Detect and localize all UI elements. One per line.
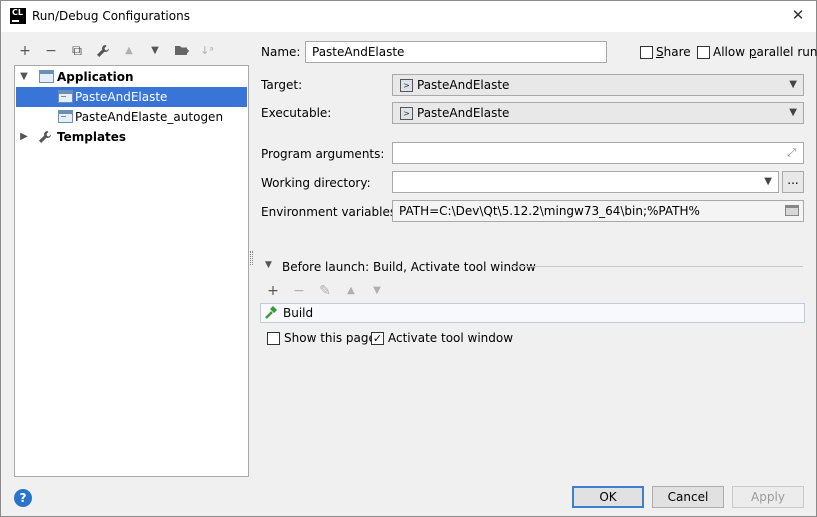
build-task-label: Build [283,306,314,320]
tree-node-application[interactable]: ▼ Application [16,67,247,87]
tree-node-templates[interactable]: ▶ Templates [16,127,247,147]
chevron-right-icon[interactable]: ▶ [18,127,30,147]
window-title: Run/Debug Configurations [32,9,190,23]
remove-icon[interactable]: − [289,281,309,301]
environment-variables-input[interactable]: PATH=C:\Dev\Qt\5.12.2\mingw73_64\bin;%PA… [392,200,804,222]
tree-label-config: PasteAndElaste_autogen [75,110,224,124]
run-debug-dialog: CL Run/Debug Configurations ✕ + − ⧉ ▲ ▼ … [0,0,817,517]
wrench-icon[interactable] [93,41,113,61]
allow-parallel-label: Allow parallel run [713,45,817,59]
target-label: Target: [261,78,303,92]
executable-label: Executable: [261,106,332,120]
show-this-page-label: Show this page [284,331,376,345]
tree-label-templates: Templates [57,130,127,144]
working-directory-input[interactable]: ▼ [392,171,779,193]
executable-dropdown[interactable]: > PasteAndElaste ▼ [392,102,804,124]
application-config-icon [58,90,73,103]
expand-icon[interactable]: ⤢ [785,146,798,159]
configuration-tree: ▼ Application PasteAndElaste PasteAndEla… [14,65,249,477]
section-divider [511,266,803,267]
chevron-down-icon[interactable]: ▼ [764,172,772,192]
share-checkbox[interactable] [640,46,653,59]
new-folder-icon[interactable] [171,41,191,61]
sort-icon[interactable]: ↓ᵃ [197,41,217,61]
tree-node-config[interactable]: PasteAndElaste_autogen [16,107,247,127]
cancel-button[interactable]: Cancel [652,486,724,508]
chevron-down-icon[interactable]: ▼ [18,67,30,87]
remove-icon[interactable]: − [41,41,61,61]
chevron-down-icon[interactable]: ▼ [265,260,272,270]
tree-label-application: Application [57,70,134,84]
chevron-down-icon: ▼ [789,107,797,118]
environment-variables-label: Environment variables: [261,205,401,219]
working-directory-label: Working directory: [261,176,371,190]
activate-tool-window-label: Activate tool window [388,331,514,345]
add-icon[interactable]: + [263,281,283,301]
close-button[interactable]: ✕ [790,7,806,23]
clion-app-icon: CL [10,8,26,24]
title-bar: CL Run/Debug Configurations ✕ [1,1,816,32]
program-arguments-label: Program arguments: [261,147,385,161]
target-value: PasteAndElaste [417,78,510,92]
splitter-handle[interactable] [250,251,253,265]
target-dropdown[interactable]: > PasteAndElaste ▼ [392,74,804,96]
edit-icon[interactable]: ✎ [315,281,335,301]
before-launch-title: Before launch: Build, Activate tool wind… [282,260,536,274]
ok-button[interactable]: OK [572,486,644,508]
add-icon[interactable]: + [15,41,35,61]
allow-parallel-checkbox[interactable] [697,46,710,59]
program-arguments-input[interactable]: ⤢ [392,142,804,164]
application-config-icon [58,110,73,123]
before-launch-task-build[interactable]: Build [261,304,804,322]
executable-value: PasteAndElaste [417,106,510,120]
folder-icon[interactable] [785,205,799,216]
hammer-icon [265,306,277,319]
wrench-icon [38,130,52,150]
move-up-icon[interactable]: ▲ [119,41,139,61]
name-input[interactable]: PasteAndElaste [305,41,607,63]
move-up-icon[interactable]: ▲ [341,281,361,301]
tree-node-config[interactable]: PasteAndElaste [16,87,247,107]
tree-toolbar: + − ⧉ ▲ ▼ ↓ᵃ [15,41,245,63]
copy-icon[interactable]: ⧉ [67,41,87,61]
environment-variables-value: PATH=C:\Dev\Qt\5.12.2\mingw73_64\bin;%PA… [399,204,700,218]
show-this-page-checkbox[interactable] [267,332,280,345]
before-launch-task-list: Build [260,303,805,323]
help-button[interactable]: ? [14,489,32,507]
activate-tool-window-checkbox[interactable]: ✓ [371,332,384,345]
apply-button[interactable]: Apply [732,486,804,508]
tree-label-config: PasteAndElaste [75,90,168,104]
chevron-down-icon: ▼ [789,79,797,90]
share-label: Share [656,45,691,59]
app-icon-text: CL [12,8,23,17]
move-down-icon[interactable]: ▼ [145,41,165,61]
move-down-icon[interactable]: ▼ [367,281,387,301]
executable-icon: > [400,107,413,120]
name-label: Name: [261,45,301,59]
browse-button[interactable]: ... [782,171,804,193]
application-icon [39,70,54,83]
executable-icon: > [400,79,413,92]
